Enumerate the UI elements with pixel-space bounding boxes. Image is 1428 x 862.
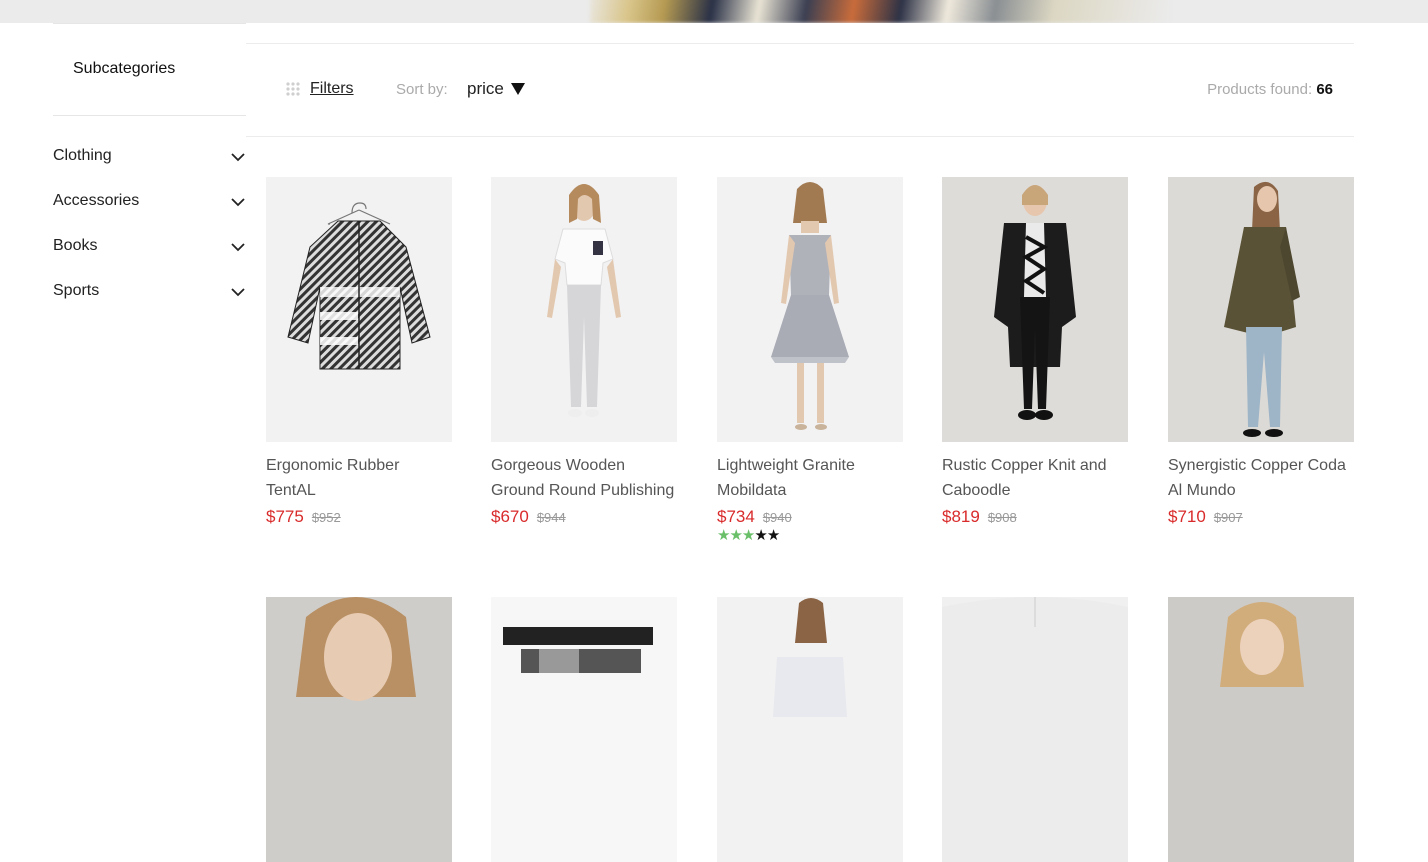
product-card[interactable]: Rustic Copper Knit and Caboodle $819 $90… [942,177,1128,527]
banner-image [590,0,1170,23]
product-price: $710 [1168,507,1206,526]
star-empty-icon: ★ [766,527,780,544]
product-old-price: $944 [536,510,566,525]
star-filled-icon: ★ [729,527,742,544]
product-image[interactable] [1168,177,1354,442]
chevron-down-icon[interactable] [230,239,246,255]
product-image[interactable] [942,177,1128,442]
product-image[interactable] [717,177,903,442]
products-found-count: 66 [1316,81,1333,98]
product-prices: $775 $952 [266,507,452,527]
product-image[interactable] [266,597,452,862]
product-image[interactable] [491,177,677,442]
sidebar-item-label: Clothing [53,147,112,164]
sidebar-item-books[interactable]: Books [53,237,246,282]
product-name[interactable]: Ergonomic Rubber TentAL [266,453,452,503]
divider [53,23,246,24]
star-empty-icon: ★ [754,527,767,544]
chevron-down-icon[interactable] [230,194,246,210]
sidebar-item-accessories[interactable]: Accessories [53,192,246,237]
product-card[interactable] [942,597,1128,862]
sidebar-item-sports[interactable]: Sports [53,282,246,327]
product-card[interactable] [491,597,677,862]
divider [53,115,246,116]
chevron-down-icon[interactable] [230,149,246,165]
star-filled-icon: ★ [741,527,755,544]
grid-dots-icon [286,82,300,96]
sort-label: Sort by: [396,81,448,98]
product-name[interactable]: Gorgeous Wooden Ground Round Publishing [491,453,677,503]
sort-value: price [467,79,504,98]
triangle-down-icon [510,83,525,95]
product-old-price: $908 [987,510,1017,525]
product-name[interactable]: Lightweight Granite Mobildata [717,453,903,503]
divider [246,136,1354,137]
hero-banner [0,0,1428,23]
sidebar-item-label: Books [53,237,98,254]
products-found-label: Products found: [1207,81,1313,98]
sidebar-item-label: Accessories [53,192,140,209]
product-prices: $734 $940 [717,507,903,527]
divider [246,43,1354,44]
product-price: $670 [491,507,529,526]
filters-button[interactable]: Filters [285,80,354,98]
product-prices: $670 $944 [491,507,677,527]
subcategories-title: Subcategories [73,60,176,77]
product-old-price: $907 [1213,510,1243,525]
sort-select[interactable]: price [467,79,526,99]
chevron-down-icon[interactable] [230,284,246,300]
product-card[interactable]: Lightweight Granite Mobildata $734 $940 … [717,177,903,544]
sidebar-item-label: Sports [53,282,100,299]
product-image[interactable] [266,177,452,442]
product-card[interactable]: Synergistic Copper Coda Al Mundo $710 $9… [1168,177,1354,527]
product-prices: $819 $908 [942,507,1128,527]
product-card[interactable] [266,597,452,862]
product-price: $819 [942,507,980,526]
product-card[interactable] [1168,597,1354,862]
product-price: $734 [717,507,755,526]
product-image[interactable] [942,597,1128,862]
product-price: $775 [266,507,304,526]
product-old-price: $940 [762,510,792,525]
star-filled-icon: ★ [717,527,730,544]
products-found: Products found: 66 [1207,81,1333,98]
product-rating: ★★★★★ [717,528,903,544]
category-list: Clothing Accessories Books Sports [53,147,246,327]
product-image[interactable] [491,597,677,862]
sidebar-item-clothing[interactable]: Clothing [53,147,246,192]
product-prices: $710 $907 [1168,507,1354,527]
product-name[interactable]: Rustic Copper Knit and Caboodle [942,453,1128,503]
product-card[interactable]: Ergonomic Rubber TentAL $775 $952 [266,177,452,527]
product-card[interactable] [717,597,903,862]
product-name[interactable]: Synergistic Copper Coda Al Mundo [1168,453,1354,503]
product-image[interactable] [717,597,903,862]
filters-label: Filters [310,80,354,97]
product-card[interactable]: Gorgeous Wooden Ground Round Publishing … [491,177,677,527]
product-image[interactable] [1168,597,1354,862]
product-old-price: $952 [311,510,341,525]
